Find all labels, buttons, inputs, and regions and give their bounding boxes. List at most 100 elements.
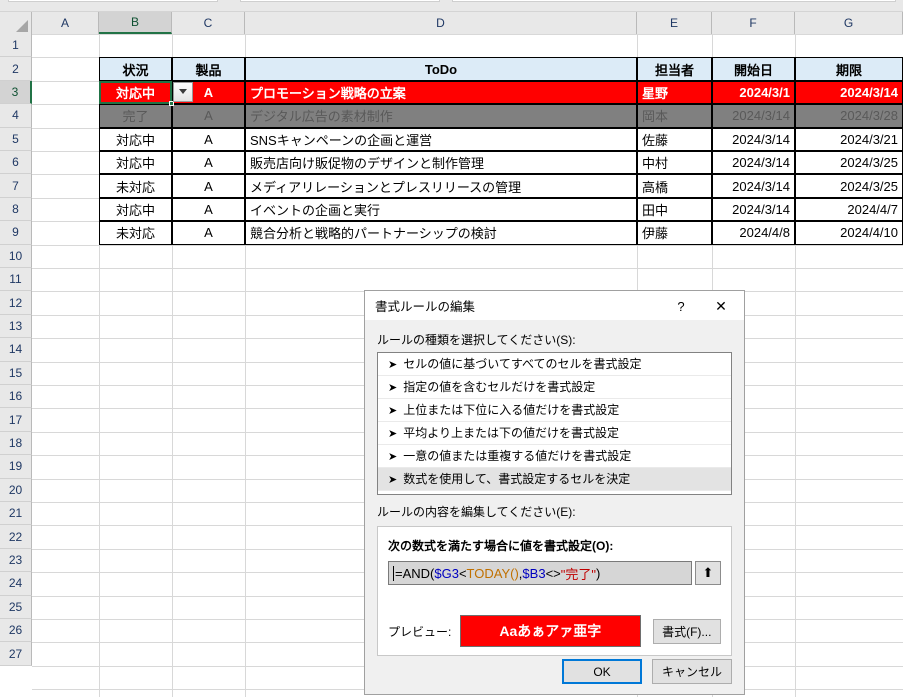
cancel-button[interactable]: キャンセル <box>652 659 732 684</box>
range-selector-icon[interactable]: ⬆ <box>695 561 721 585</box>
header-cell-start[interactable]: 開始日 <box>712 57 795 81</box>
row-header-26[interactable]: 26 <box>0 619 32 643</box>
cell-product-row4[interactable]: A <box>172 104 245 128</box>
formula-input[interactable]: =AND($G3 < TODAY(), $B3 <> "完了") <box>388 561 692 585</box>
cell-product-row8[interactable]: A <box>172 197 245 222</box>
format-button[interactable]: 書式(F)... <box>652 618 721 644</box>
cell-start-row7[interactable]: 2024/3/14 <box>712 174 795 198</box>
rule-type-option-2[interactable]: ➤ 指定の値を含むセルだけを書式設定 <box>378 376 731 399</box>
cell-owner-row4[interactable]: 岡本 <box>637 104 712 128</box>
ribbon-group-3 <box>452 0 896 2</box>
cell-product-row6[interactable]: A <box>172 151 245 175</box>
row-header-18[interactable]: 18 <box>0 431 32 456</box>
cell-product-row9[interactable]: A <box>172 221 245 245</box>
data-validation-dropdown-arrow[interactable] <box>173 81 193 102</box>
cell-start-row5[interactable]: 2024/3/14 <box>712 127 795 151</box>
rule-type-option-3[interactable]: ➤ 上位または下位に入る値だけを書式設定 <box>378 399 731 422</box>
cell-due-row4[interactable]: 2024/3/28 <box>795 104 903 128</box>
selected-cell-fill-handle[interactable] <box>169 101 174 107</box>
row-header-12[interactable]: 12 <box>0 291 32 315</box>
cell-status-row9[interactable]: 未対応 <box>99 221 172 245</box>
cell-todo-row3[interactable]: プロモーション戦略の立案 <box>245 80 637 105</box>
cell-start-row4[interactable]: 2024/3/14 <box>712 104 795 128</box>
column-header-d[interactable]: D <box>245 12 637 34</box>
cell-owner-row3[interactable]: 星野 <box>637 80 712 105</box>
row-header-10[interactable]: 10 <box>0 244 32 268</box>
cell-owner-row8[interactable]: 田中 <box>637 197 712 222</box>
select-all-corner[interactable] <box>0 12 32 34</box>
row-header-4[interactable]: 4 <box>0 104 32 128</box>
cell-owner-row5[interactable]: 佐藤 <box>637 127 712 151</box>
row-header-17[interactable]: 17 <box>0 408 32 432</box>
row-header-9[interactable]: 9 <box>0 221 32 245</box>
dialog-title-bar[interactable]: 書式ルールの編集 ? ✕ <box>365 291 744 321</box>
cell-todo-row5[interactable]: SNSキャンペーンの企画と運営 <box>245 127 637 151</box>
cell-todo-row8[interactable]: イベントの企画と実行 <box>245 197 637 222</box>
row-header-7[interactable]: 7 <box>0 174 32 198</box>
cell-product-row7[interactable]: A <box>172 174 245 198</box>
rule-type-option-4[interactable]: ➤ 平均より上または下の値だけを書式設定 <box>378 422 731 445</box>
cell-due-row9[interactable]: 2024/4/10 <box>795 221 903 245</box>
column-header-a[interactable]: A <box>32 12 99 34</box>
ok-button[interactable]: OK <box>562 659 642 684</box>
cell-due-row6[interactable]: 2024/3/25 <box>795 151 903 175</box>
column-header-b[interactable]: B <box>99 12 172 34</box>
header-cell-product[interactable]: 製品 <box>172 57 245 81</box>
cell-start-row6[interactable]: 2024/3/14 <box>712 151 795 175</box>
row-header-11[interactable]: 11 <box>0 268 32 292</box>
row-header-3[interactable]: 3 <box>0 80 32 105</box>
row-header-14[interactable]: 14 <box>0 338 32 362</box>
cell-todo-row6[interactable]: 販売店向け販促物のデザインと制作管理 <box>245 151 637 175</box>
row-header-13[interactable]: 13 <box>0 314 32 339</box>
row-header-22[interactable]: 22 <box>0 525 32 549</box>
cell-due-row8[interactable]: 2024/4/7 <box>795 197 903 222</box>
help-icon[interactable]: ? <box>664 291 698 321</box>
header-cell-status[interactable]: 状況 <box>99 57 172 81</box>
cell-status-row5[interactable]: 対応中 <box>99 127 172 151</box>
close-icon[interactable]: ✕ <box>698 291 744 321</box>
cell-owner-row9[interactable]: 伊藤 <box>637 221 712 245</box>
cell-status-row8[interactable]: 対応中 <box>99 197 172 222</box>
cell-owner-row6[interactable]: 中村 <box>637 151 712 175</box>
cell-due-row5[interactable]: 2024/3/21 <box>795 127 903 151</box>
row-header-15[interactable]: 15 <box>0 361 32 385</box>
row-header-24[interactable]: 24 <box>0 572 32 596</box>
column-header-g[interactable]: G <box>795 12 903 34</box>
column-header-c[interactable]: C <box>172 12 245 34</box>
row-header-8[interactable]: 8 <box>0 197 32 222</box>
rule-type-option-5[interactable]: ➤ 一意の値または重複する値だけを書式設定 <box>378 445 731 468</box>
row-header-6[interactable]: 6 <box>0 151 32 175</box>
cell-status-row6[interactable]: 対応中 <box>99 151 172 175</box>
row-header-19[interactable]: 19 <box>0 455 32 479</box>
cell-todo-row7[interactable]: メディアリレーションとプレスリリースの管理 <box>245 174 637 198</box>
column-header-e[interactable]: E <box>637 12 712 34</box>
row-header-5[interactable]: 5 <box>0 127 32 151</box>
cell-todo-row4[interactable]: デジタル広告の素材制作 <box>245 104 637 128</box>
cell-todo-row9[interactable]: 競合分析と戦略的パートナーシップの検討 <box>245 221 637 245</box>
row-header-27[interactable]: 27 <box>0 642 32 666</box>
cell-due-row3[interactable]: 2024/3/14 <box>795 80 903 105</box>
row-header-20[interactable]: 20 <box>0 478 32 502</box>
cell-start-row3[interactable]: 2024/3/1 <box>712 80 795 105</box>
row-header-16[interactable]: 16 <box>0 385 32 409</box>
header-cell-todo[interactable]: ToDo <box>245 57 637 81</box>
header-cell-due[interactable]: 期限 <box>795 57 903 81</box>
header-cell-owner[interactable]: 担当者 <box>637 57 712 81</box>
rule-type-list[interactable]: ➤ セルの値に基づいてすべてのセルを書式設定 ➤ 指定の値を含むセルだけを書式設定 ➤ 上… <box>377 352 732 495</box>
cell-start-row8[interactable]: 2024/3/14 <box>712 197 795 222</box>
cell-status-row7[interactable]: 未対応 <box>99 174 172 198</box>
cell-owner-row7[interactable]: 高橋 <box>637 174 712 198</box>
rule-type-option-6[interactable]: ➤ 数式を使用して、書式設定するセルを決定 <box>378 468 731 491</box>
row-header-1[interactable]: 1 <box>0 34 32 58</box>
row-header-21[interactable]: 21 <box>0 502 32 526</box>
cell-product-row5[interactable]: A <box>172 127 245 151</box>
cell-status-row3[interactable]: 対応中 <box>99 80 172 105</box>
row-header-25[interactable]: 25 <box>0 595 32 619</box>
cell-start-row9[interactable]: 2024/4/8 <box>712 221 795 245</box>
row-header-23[interactable]: 23 <box>0 548 32 573</box>
row-header-2[interactable]: 2 <box>0 57 32 81</box>
column-header-f[interactable]: F <box>712 12 795 34</box>
rule-type-option-1[interactable]: ➤ セルの値に基づいてすべてのセルを書式設定 <box>378 353 731 376</box>
cell-due-row7[interactable]: 2024/3/25 <box>795 174 903 198</box>
cell-status-row4[interactable]: 完了 <box>99 104 172 128</box>
